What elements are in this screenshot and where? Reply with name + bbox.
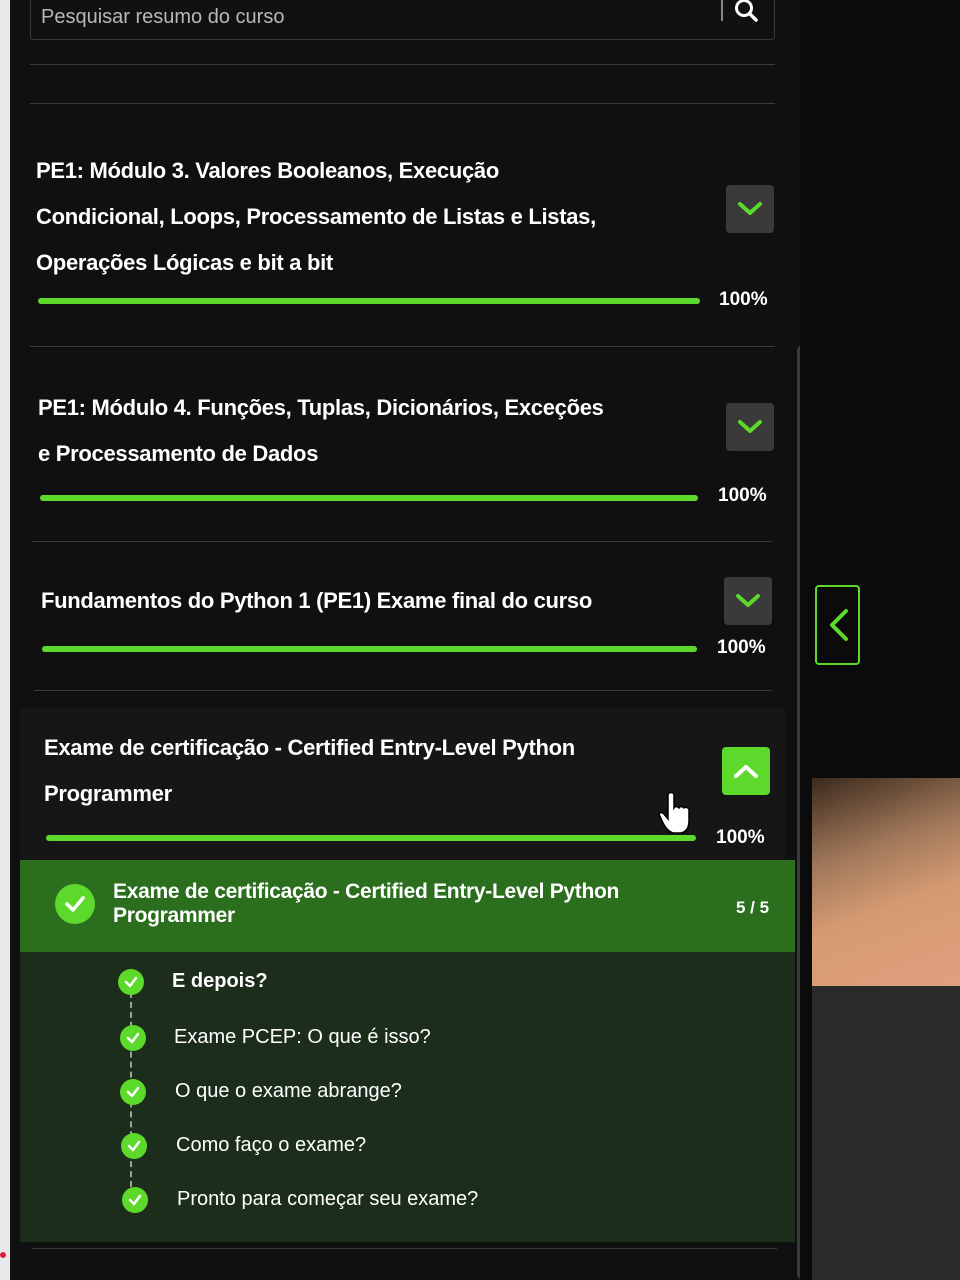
divider bbox=[30, 103, 775, 104]
module-title: PE1: Módulo 4. Funções, Tuplas, Dicionár… bbox=[38, 395, 604, 466]
divider bbox=[32, 541, 772, 542]
chevron-down-icon bbox=[738, 202, 762, 215]
module-title: PE1: Módulo 3. Valores Booleanos, Execuç… bbox=[36, 158, 596, 275]
submodule-count: 5 / 5 bbox=[736, 898, 770, 917]
course-image bbox=[812, 778, 960, 986]
expand-button[interactable] bbox=[726, 185, 774, 233]
progress-bar bbox=[40, 495, 698, 501]
progress-fill bbox=[42, 646, 697, 652]
divider bbox=[30, 346, 775, 347]
chevron-up-icon bbox=[734, 765, 758, 778]
lesson-label: Como faço o exame? bbox=[176, 1134, 367, 1156]
search-input[interactable]: Pesquisar resumo do curso bbox=[41, 6, 284, 29]
divider bbox=[34, 690, 772, 691]
submodule-title: Exame de certificação - Certified Entry-… bbox=[113, 880, 620, 927]
progress-bar bbox=[42, 646, 697, 652]
lesson-label: Exame PCEP: O que é isso? bbox=[174, 1026, 431, 1048]
progress-percent: 100% bbox=[717, 637, 766, 658]
scrollbar[interactable] bbox=[797, 345, 800, 1280]
chevron-left-icon bbox=[829, 609, 848, 641]
collapse-button[interactable] bbox=[722, 747, 770, 795]
progress-percent: 100% bbox=[719, 289, 768, 310]
lesson-label: Pronto para começar seu exame? bbox=[177, 1188, 479, 1210]
progress-percent: 100% bbox=[716, 827, 765, 848]
search-field[interactable]: Pesquisar resumo do curso bbox=[30, 0, 775, 40]
lesson-item[interactable]: O que o exame abrange? bbox=[20, 1072, 795, 1112]
search-separator bbox=[721, 0, 723, 21]
progress-bar bbox=[38, 298, 700, 304]
submodule-header[interactable]: Exame de certificação - Certified Entry-… bbox=[20, 860, 795, 952]
module-title: Exame de certificação - Certified Entry-… bbox=[44, 735, 575, 806]
divider bbox=[30, 64, 775, 65]
lesson-list: E depois? Exame PCEP: O que é isso? O qu… bbox=[20, 952, 795, 1242]
expand-button[interactable] bbox=[726, 403, 774, 451]
hand-cursor-icon bbox=[658, 791, 690, 834]
check-circle-icon bbox=[121, 1133, 147, 1159]
lesson-item[interactable]: Como faço o exame? bbox=[20, 1126, 795, 1166]
progress-bar bbox=[46, 835, 696, 841]
module-title: Fundamentos do Python 1 (PE1) Exame fina… bbox=[41, 588, 592, 613]
check-circle-icon bbox=[55, 884, 95, 924]
content-placeholder bbox=[812, 986, 960, 1280]
progress-fill bbox=[46, 835, 696, 841]
bezel-indicator bbox=[0, 1252, 6, 1258]
collapse-sidebar-button[interactable] bbox=[815, 585, 860, 665]
lesson-item[interactable]: E depois? bbox=[20, 962, 795, 1002]
progress-percent: 100% bbox=[718, 485, 767, 506]
lesson-label: O que o exame abrange? bbox=[175, 1080, 402, 1102]
chevron-down-icon bbox=[738, 420, 762, 433]
check-circle-icon bbox=[122, 1187, 148, 1213]
lesson-item[interactable]: Exame PCEP: O que é isso? bbox=[20, 1018, 795, 1058]
course-outline-panel: Pesquisar resumo do curso PE1: Módulo 3.… bbox=[10, 0, 800, 1280]
expand-button[interactable] bbox=[724, 577, 772, 625]
progress-fill bbox=[40, 495, 698, 501]
search-icon[interactable] bbox=[733, 0, 759, 23]
chevron-down-icon bbox=[736, 594, 760, 607]
lesson-label: E depois? bbox=[172, 970, 268, 992]
lesson-item[interactable]: Pronto para começar seu exame? bbox=[20, 1180, 795, 1220]
check-circle-icon bbox=[120, 1025, 146, 1051]
divider bbox=[32, 1248, 777, 1249]
check-circle-icon bbox=[120, 1079, 146, 1105]
check-circle-icon bbox=[118, 969, 144, 995]
progress-fill bbox=[38, 298, 700, 304]
